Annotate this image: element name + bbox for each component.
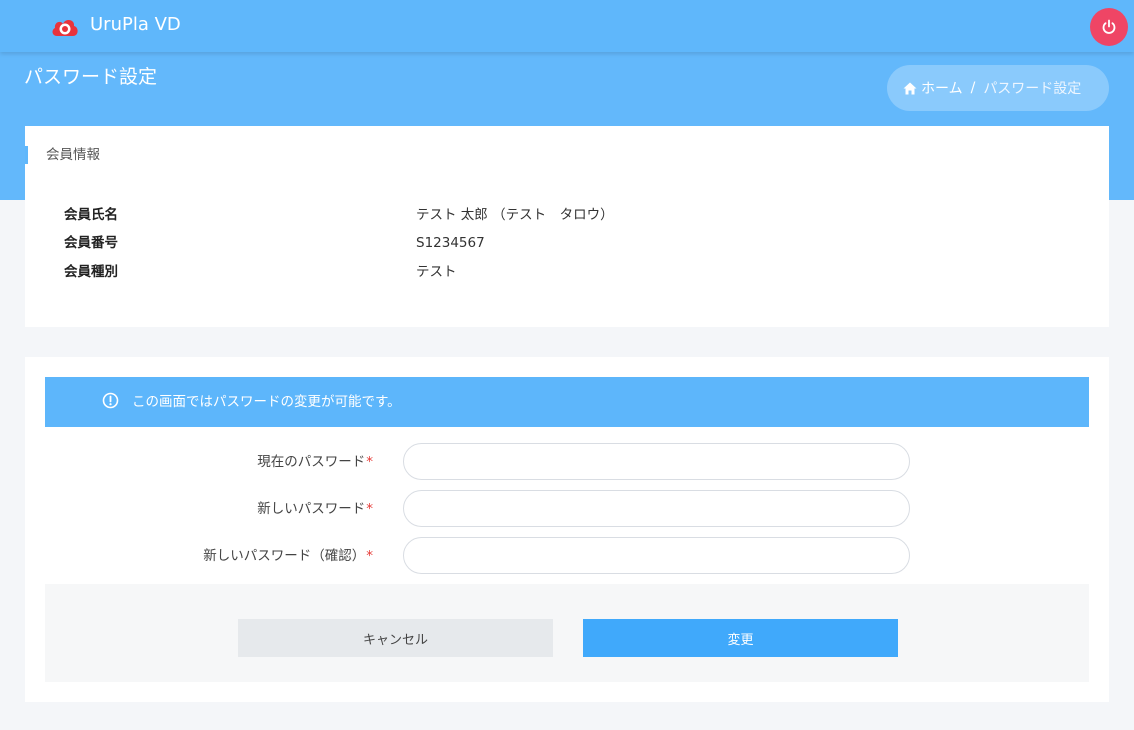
- member-name-value: テスト 太郎 （テスト タロウ）: [416, 207, 614, 223]
- member-info-title: 会員情報: [25, 146, 100, 164]
- breadcrumb-home-link[interactable]: ホーム: [903, 78, 963, 98]
- new-password-label: 新しいパスワード*: [257, 500, 373, 518]
- power-icon: [1102, 19, 1116, 34]
- change-button[interactable]: 変更: [583, 619, 898, 657]
- member-number-label: 会員番号: [64, 235, 118, 251]
- breadcrumb: ホーム / パスワード設定: [887, 65, 1109, 111]
- home-icon: [903, 82, 917, 94]
- current-password-row: 現在のパスワード*: [25, 443, 1109, 481]
- cloud-logo-icon: [52, 20, 78, 36]
- confirm-password-input[interactable]: [403, 537, 910, 574]
- member-type-label: 会員種別: [64, 264, 118, 280]
- required-mark: *: [366, 548, 373, 564]
- required-mark: *: [366, 454, 373, 470]
- member-number-value: S1234567: [416, 235, 485, 251]
- current-password-label: 現在のパスワード*: [257, 453, 373, 471]
- info-circle-icon: [102, 392, 119, 409]
- member-name-label: 会員氏名: [64, 207, 118, 223]
- logout-button[interactable]: [1090, 8, 1128, 46]
- notice-text: この画面ではパスワードの変更が可能です。: [132, 394, 401, 410]
- member-info-card: 会員情報 会員氏名 テスト 太郎 （テスト タロウ） 会員番号 S1234567…: [25, 126, 1109, 327]
- current-password-label-text: 現在のパスワード: [257, 454, 366, 470]
- form-actions: キャンセル 変更: [45, 584, 1089, 682]
- breadcrumb-current: パスワード設定: [983, 81, 1082, 97]
- info-notice: この画面ではパスワードの変更が可能です。: [45, 377, 1089, 427]
- breadcrumb-home-label: ホーム: [921, 81, 963, 97]
- password-form-card: この画面ではパスワードの変更が可能です。 現在のパスワード* 新しいパスワード*…: [25, 357, 1109, 702]
- member-type-value: テスト: [416, 264, 457, 280]
- top-navbar: UruPla VD: [0, 0, 1134, 52]
- confirm-password-label-text: 新しいパスワード（確認）: [203, 548, 366, 564]
- cancel-button[interactable]: キャンセル: [238, 619, 553, 657]
- new-password-row: 新しいパスワード*: [25, 490, 1109, 528]
- breadcrumb-separator: /: [970, 80, 976, 96]
- app-title: UruPla VD: [90, 14, 181, 35]
- new-password-label-text: 新しいパスワード: [257, 501, 366, 517]
- confirm-password-label: 新しいパスワード（確認）*: [203, 547, 373, 565]
- required-mark: *: [366, 501, 373, 517]
- page-title: パスワード設定: [24, 66, 158, 88]
- new-password-input[interactable]: [403, 490, 910, 527]
- confirm-password-row: 新しいパスワード（確認）*: [25, 537, 1109, 575]
- current-password-input[interactable]: [403, 443, 910, 480]
